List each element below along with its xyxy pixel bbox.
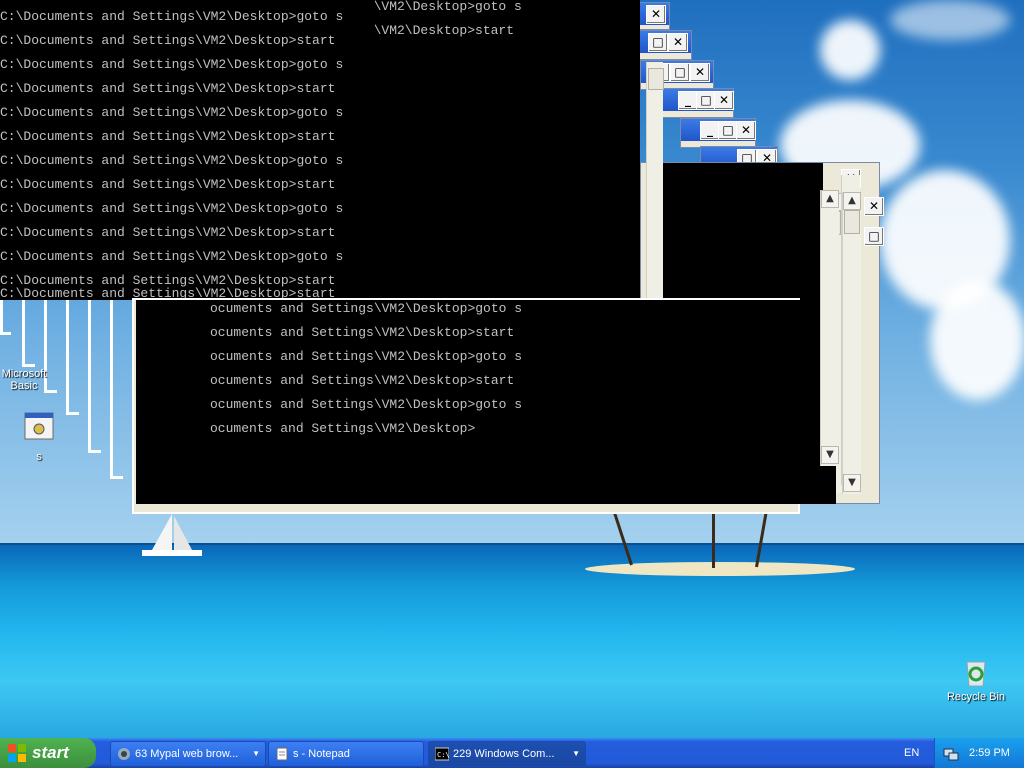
vertical-scrollbar[interactable]: ▲ ▼ — [842, 192, 861, 494]
taskbar-button-label: s - Notepad — [293, 748, 350, 760]
close-icon[interactable]: ✕ — [690, 63, 710, 82]
wallpaper-sea — [0, 545, 1024, 740]
close-icon[interactable]: ✕ — [736, 121, 756, 140]
console-line: C:\Documents and Settings\VM2\Desktop>go… — [0, 57, 344, 72]
taskbar: start 63 Mypal web brow... ▼ s - Notepad… — [0, 738, 1024, 768]
console-line: ocuments and Settings\VM2\Desktop>start — [210, 325, 515, 340]
scroll-thumb[interactable] — [648, 68, 664, 90]
scroll-up-icon[interactable]: ▲ — [843, 192, 861, 210]
taskbar-button-browser[interactable]: 63 Mypal web brow... ▼ — [110, 741, 266, 767]
windows-flag-icon — [8, 744, 26, 762]
console-line: gs\VM2\Desktop>goto s — [375, 0, 522, 14]
scroll-up-icon[interactable]: ▲ — [821, 190, 839, 208]
system-tray: 2:59 PM — [934, 738, 1024, 768]
console-line: ocuments and Settings\VM2\Desktop>goto s — [210, 301, 523, 316]
maximize-icon[interactable]: □ — [696, 91, 716, 110]
console-line: C:\Documents and Settings\VM2\Desktop>st… — [0, 81, 336, 96]
start-button[interactable]: start — [0, 738, 96, 768]
clock[interactable]: 2:59 PM — [969, 738, 1010, 768]
taskbar-button-console[interactable]: C:\ 229 Windows Com... ▼ — [428, 741, 586, 767]
console-line: C:\Documents and Settings\VM2\Desktop>go… — [0, 105, 344, 120]
browser-icon — [118, 748, 130, 760]
console-line: C:\Documents and Settings\VM2\Desktop>go… — [0, 201, 344, 216]
network-icon[interactable] — [943, 745, 959, 761]
console-window-stack[interactable]: _ □ ✕ — [660, 88, 734, 118]
vertical-scrollbar[interactable] — [646, 62, 664, 314]
close-icon[interactable]: ✕ — [864, 197, 884, 216]
start-label: start — [32, 743, 69, 762]
desktop-icon-s[interactable]: s — [22, 412, 56, 463]
console-window-stack[interactable]: _ □ ✕ — [680, 118, 756, 148]
desktop-icon-label: Microsoft Basic — [1, 368, 47, 392]
taskbar-button-notepad[interactable]: s - Notepad — [268, 741, 424, 767]
recycle-bin-icon — [966, 661, 986, 687]
console-line: C:\Documents and Settings\VM2\Desktop>st… — [0, 225, 336, 240]
language-indicator[interactable]: EN — [904, 738, 919, 768]
console-line: C:\Documents and Settings\VM2\Desktop>go… — [0, 153, 344, 168]
wallpaper-island — [585, 562, 855, 576]
console-line: C:\Documents and Settings\VM2\Desktop>go… — [0, 249, 344, 264]
desktop-icon-recycle-bin[interactable]: Recycle Bin — [944, 656, 1008, 703]
console-output-main: ocuments and Settings\VM2\Desktop>goto s… — [136, 300, 836, 504]
window-frame — [88, 300, 101, 453]
console-icon: C:\ — [435, 747, 449, 761]
desktop-icon-microsoft-basic[interactable]: Microsoft Basic — [0, 368, 48, 392]
window-frame — [66, 300, 79, 415]
taskbar-button-label: 229 Windows Com... — [453, 748, 555, 760]
window-frame — [0, 300, 11, 335]
console-line: ocuments and Settings\VM2\Desktop> — [210, 421, 476, 436]
dropdown-arrow-icon: ▼ — [572, 749, 580, 758]
console-line: C:\Documents and Settings\VM2\Desktop>go… — [0, 9, 344, 24]
notepad-icon — [276, 747, 288, 761]
sailboat-image — [142, 514, 202, 556]
scroll-thumb[interactable] — [844, 210, 860, 234]
console-window-main[interactable]: ocuments and Settings\VM2\Desktop>goto s… — [132, 298, 836, 514]
console-line: C:\Documents and Settings\VM2\Desktop>st… — [0, 177, 336, 192]
console-line: ocuments and Settings\VM2\Desktop>start — [210, 373, 515, 388]
close-icon[interactable]: ✕ — [668, 33, 688, 52]
maximize-icon[interactable]: □ — [718, 121, 738, 140]
window-frame — [22, 300, 35, 367]
palm-tree — [712, 510, 715, 568]
console-line: gs\VM2\Desktop>start — [375, 23, 515, 38]
desktop-icon-label: s — [36, 451, 42, 463]
maximize-icon[interactable]: □ — [864, 227, 884, 246]
close-icon[interactable]: ✕ — [646, 5, 666, 24]
dropdown-arrow-icon: ▼ — [252, 749, 260, 758]
window-frame — [110, 300, 123, 479]
console-line: C:\Documents and Settings\VM2\Desktop>st… — [0, 129, 336, 144]
maximize-icon[interactable]: □ — [648, 33, 668, 52]
desktop-icon-label: Recycle Bin — [946, 691, 1006, 703]
minimize-icon[interactable]: _ — [700, 121, 720, 140]
svg-text:C:\: C:\ — [437, 751, 449, 759]
console-line: ocuments and Settings\VM2\Desktop>goto s — [210, 349, 523, 364]
scroll-down-icon[interactable]: ▼ — [843, 474, 861, 492]
scroll-down-icon[interactable]: ▼ — [821, 446, 839, 464]
batch-file-icon — [24, 412, 54, 440]
console-output-top-right: gs\VM2\Desktop>goto s gs\VM2\Desktop>sta… — [375, 0, 640, 50]
taskbar-button-label: 63 Mypal web brow... — [135, 748, 239, 760]
minimize-icon[interactable]: _ — [678, 91, 698, 110]
console-line: ocuments and Settings\VM2\Desktop>goto s — [210, 397, 523, 412]
console-line: C:\Documents and Settings\VM2\Desktop>st… — [0, 33, 336, 48]
vertical-scrollbar[interactable]: ▲ ▼ — [820, 190, 839, 466]
close-icon[interactable]: ✕ — [714, 91, 734, 110]
maximize-icon[interactable]: □ — [670, 63, 690, 82]
